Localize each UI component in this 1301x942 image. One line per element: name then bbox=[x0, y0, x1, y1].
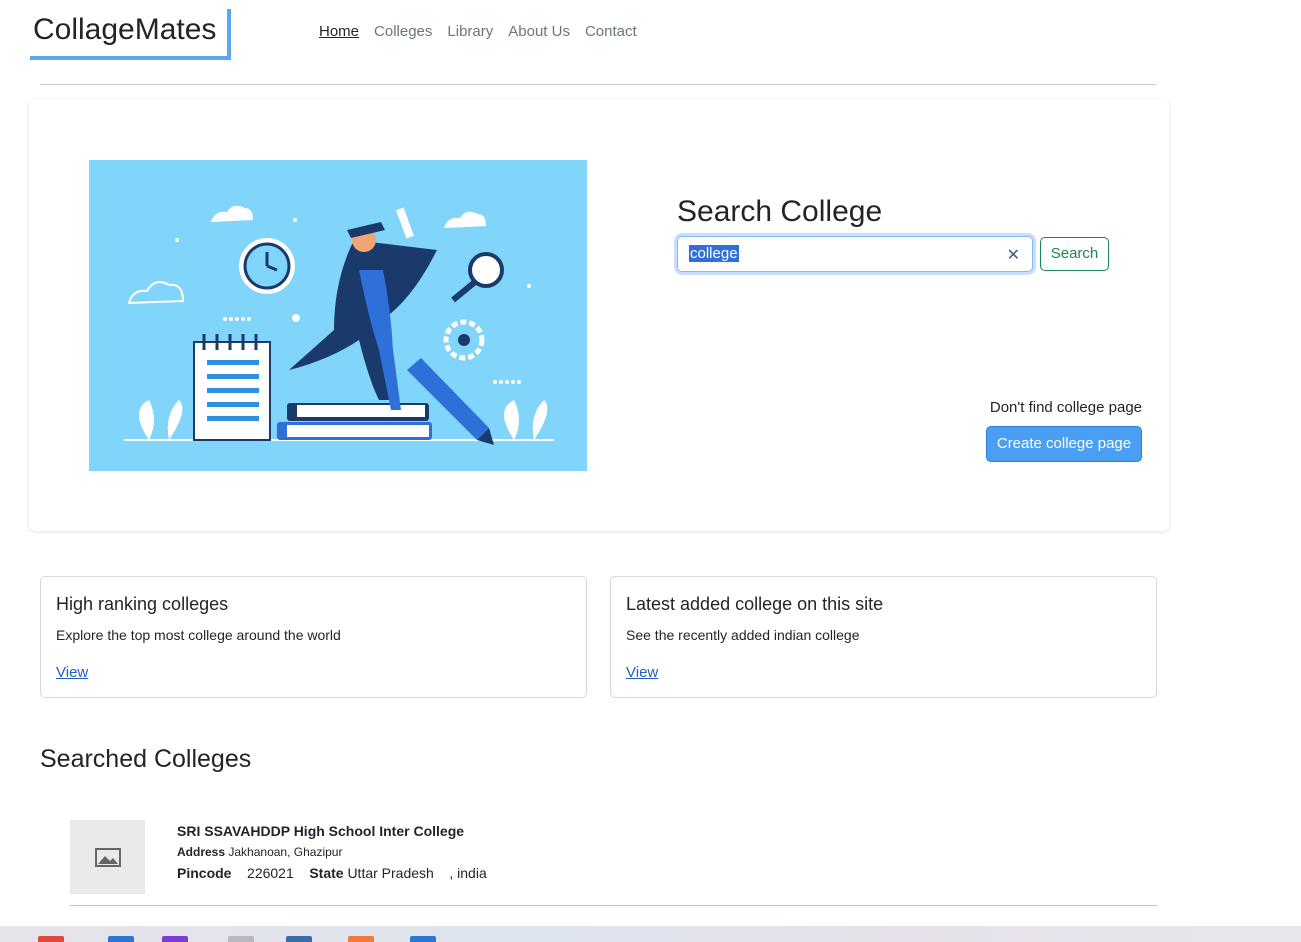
nav-about-us[interactable]: About Us bbox=[508, 23, 570, 40]
result-divider bbox=[70, 905, 1157, 906]
pincode-value: 226021 bbox=[247, 865, 294, 881]
card-title: Latest added college on this site bbox=[626, 594, 884, 614]
search-input-value: college bbox=[689, 245, 739, 262]
nav-home[interactable]: Home bbox=[319, 23, 359, 40]
create-college-page-button[interactable]: Create college page bbox=[986, 426, 1142, 462]
dont-find-text: Don't find college page bbox=[989, 399, 1142, 416]
search-title: Search College bbox=[677, 195, 883, 228]
close-icon[interactable]: ✕ bbox=[1007, 245, 1020, 265]
pincode-label: Pincode bbox=[177, 865, 232, 881]
taskbar-app-icon[interactable] bbox=[228, 936, 254, 942]
college-meta: Pincode 226021 State Uttar Pradesh , ind… bbox=[177, 865, 487, 881]
latest-added-card: Latest added college on this site See th… bbox=[610, 576, 1157, 698]
high-ranking-card: High ranking colleges Explore the top mo… bbox=[40, 576, 587, 698]
card-text: Explore the top most college around the … bbox=[56, 627, 341, 643]
card-text: See the recently added indian college bbox=[626, 627, 860, 643]
taskbar-app-icon[interactable] bbox=[38, 936, 64, 942]
state-value: Uttar Pradesh bbox=[347, 865, 434, 881]
address-value: Jakhanoan, Ghazipur bbox=[228, 845, 343, 859]
taskbar-app-icon[interactable] bbox=[348, 936, 374, 942]
country-value: , india bbox=[449, 865, 487, 881]
hero-card: Search College college ✕ Search Don't fi… bbox=[29, 99, 1169, 531]
image-placeholder-icon bbox=[95, 848, 121, 867]
main-nav: Home Colleges Library About Us Contact bbox=[319, 23, 637, 40]
taskbar-app-icon[interactable] bbox=[286, 936, 312, 942]
college-thumbnail[interactable] bbox=[70, 820, 145, 894]
taskbar-app-icon[interactable] bbox=[162, 936, 188, 942]
searched-colleges-title: Searched Colleges bbox=[40, 745, 252, 773]
taskbar-app-icon[interactable] bbox=[410, 936, 436, 942]
college-name[interactable]: SRI SSAVAHDDP High School Inter College bbox=[177, 823, 464, 839]
os-taskbar bbox=[0, 926, 1301, 942]
header-divider bbox=[40, 84, 1157, 85]
search-button[interactable]: Search bbox=[1040, 237, 1109, 271]
brand-name: CollageMates bbox=[33, 13, 217, 46]
nav-contact[interactable]: Contact bbox=[585, 23, 637, 40]
brand-logo[interactable]: CollageMates bbox=[30, 9, 231, 60]
search-input[interactable]: college ✕ bbox=[677, 236, 1033, 272]
address-label: Address bbox=[177, 845, 226, 859]
graduate-illustration bbox=[89, 160, 587, 471]
taskbar-app-icon[interactable] bbox=[108, 936, 134, 942]
college-address: Address Jakhanoan, Ghazipur bbox=[177, 845, 342, 859]
view-link[interactable]: View bbox=[56, 664, 88, 681]
nav-colleges[interactable]: Colleges bbox=[374, 23, 432, 40]
card-title: High ranking colleges bbox=[56, 594, 229, 614]
state-label: State bbox=[309, 865, 344, 881]
view-link[interactable]: View bbox=[626, 664, 658, 681]
nav-library[interactable]: Library bbox=[447, 23, 493, 40]
